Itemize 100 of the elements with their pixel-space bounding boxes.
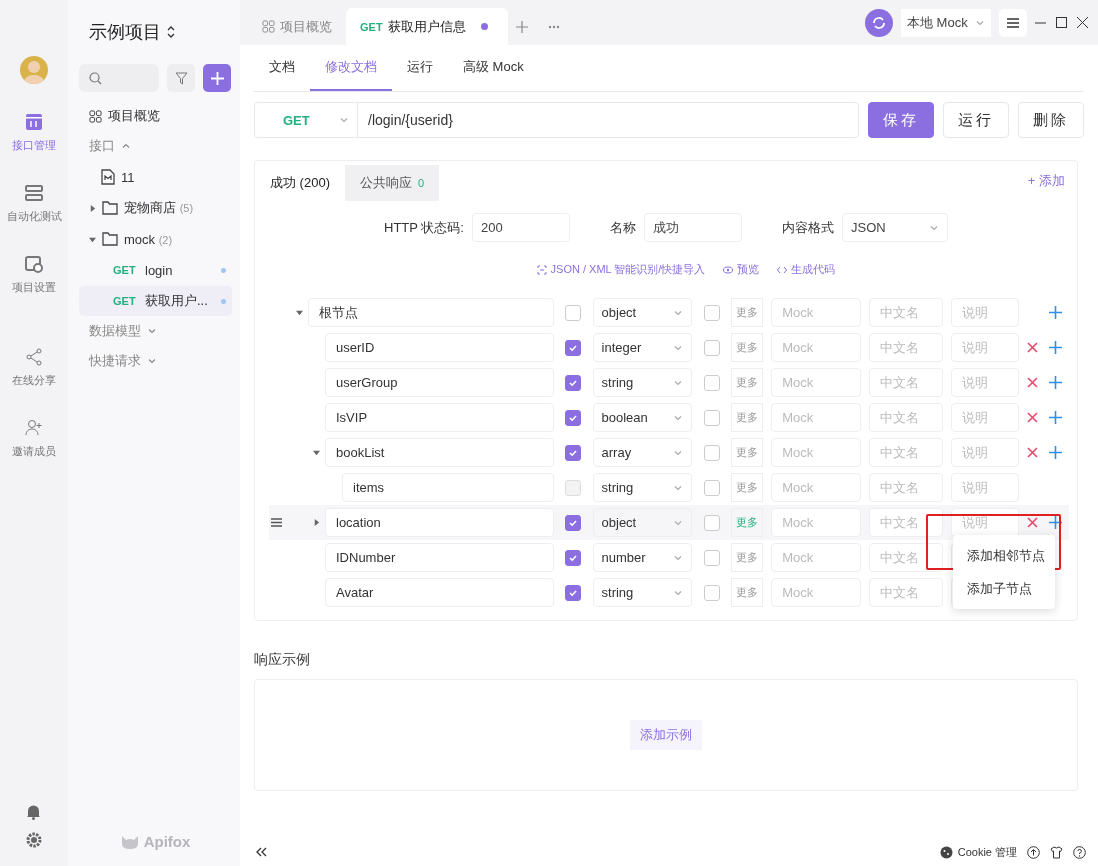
type-select[interactable]: integer — [592, 333, 693, 362]
more-button[interactable]: 更多 — [730, 508, 764, 537]
add-button[interactable] — [203, 64, 231, 92]
editor-tab[interactable]: GET 获取用户信息 — [346, 8, 508, 45]
add-icon[interactable] — [1049, 516, 1063, 529]
nullable-checkbox[interactable] — [703, 514, 720, 531]
folder-item[interactable]: mock (2) — [79, 224, 232, 254]
nullable-checkbox[interactable] — [703, 444, 720, 461]
action-button[interactable]: 保存 — [868, 102, 934, 138]
close-icon[interactable] — [1077, 17, 1088, 28]
rail-item[interactable]: 项目设置 — [12, 254, 56, 295]
field-name-input[interactable]: bookList — [325, 438, 554, 467]
nullable-checkbox[interactable] — [703, 304, 720, 321]
hovered-row[interactable]: location object 更多 Mock 中文名 说明 — [269, 505, 1069, 540]
type-select[interactable]: string — [592, 368, 693, 397]
delete-icon[interactable] — [1027, 447, 1039, 458]
menu-item[interactable]: 添加相邻节点 — [953, 539, 1055, 572]
doc-item[interactable]: 11 — [79, 162, 232, 192]
caret-icon[interactable] — [89, 204, 96, 212]
required-checkbox[interactable] — [565, 444, 582, 461]
required-checkbox[interactable] — [565, 409, 582, 426]
add-icon[interactable] — [1049, 306, 1063, 319]
add-link[interactable]: + 添加 — [1027, 172, 1065, 190]
section-label[interactable]: 接口 — [89, 137, 115, 155]
required-checkbox[interactable] — [565, 374, 582, 391]
required-checkbox[interactable] — [565, 514, 582, 531]
action-button[interactable]: 删除 — [1018, 102, 1084, 138]
nullable-checkbox[interactable] — [703, 409, 720, 426]
more-button[interactable]: 更多 — [730, 298, 764, 327]
api-item[interactable]: GET login — [79, 255, 232, 285]
maximize-icon[interactable] — [1056, 17, 1067, 28]
text-field[interactable]: 200 — [471, 213, 570, 242]
type-select[interactable]: object — [592, 298, 693, 327]
nullable-checkbox[interactable] — [703, 549, 720, 566]
delete-icon[interactable] — [1027, 412, 1039, 423]
plus-icon[interactable] — [515, 20, 528, 33]
bell-icon[interactable] — [26, 804, 41, 820]
required-checkbox[interactable] — [565, 584, 582, 601]
sub-tab[interactable]: 运行 — [392, 45, 448, 91]
more-button[interactable]: 更多 — [730, 578, 764, 607]
help-icon[interactable] — [1073, 845, 1086, 859]
nullable-checkbox[interactable] — [703, 339, 720, 356]
settings-icon[interactable] — [26, 832, 42, 848]
sub-tab[interactable]: 高级 Mock — [448, 45, 539, 91]
caret-icon[interactable] — [89, 235, 96, 243]
caret-icon[interactable] — [312, 449, 320, 456]
field-name-input[interactable]: IDNumber — [325, 543, 554, 572]
editor-tab[interactable]: 项目概览 — [248, 8, 346, 45]
nullable-checkbox[interactable] — [703, 374, 720, 391]
shirt-icon[interactable] — [1050, 845, 1063, 859]
more-button[interactable]: 更多 — [730, 368, 764, 397]
field-name-input[interactable]: userID — [325, 333, 554, 362]
add-icon[interactable] — [1049, 411, 1063, 424]
nullable-checkbox[interactable] — [703, 584, 720, 601]
refresh-button[interactable] — [865, 8, 893, 37]
environment-select[interactable]: 本地 Mock — [901, 8, 991, 37]
field-name-input[interactable]: IsVIP — [325, 403, 554, 432]
delete-icon[interactable] — [1027, 342, 1039, 353]
menu-button[interactable] — [999, 8, 1027, 37]
upload-icon[interactable] — [1027, 845, 1040, 859]
add-icon[interactable] — [1049, 341, 1063, 354]
field-name-input[interactable]: 根节点 — [308, 298, 554, 327]
more-button[interactable]: 更多 — [730, 403, 764, 432]
project-title[interactable]: 示例项目 — [89, 20, 161, 44]
tool-link[interactable]: 生成代码 — [777, 262, 836, 277]
required-checkbox[interactable] — [565, 339, 582, 356]
text-field[interactable]: 成功 — [643, 213, 742, 242]
type-select[interactable]: array — [592, 438, 693, 467]
rail-item[interactable]: 邀请成员 — [12, 418, 56, 459]
menu-item[interactable]: 添加子节点 — [953, 572, 1055, 605]
rail-item[interactable]: 接口管理 — [12, 112, 56, 153]
format-select[interactable]: JSON — [841, 213, 948, 242]
rail-item[interactable]: 自动化测试 — [6, 183, 62, 224]
caret-icon[interactable] — [312, 519, 320, 526]
field-name-input[interactable]: userGroup — [325, 368, 554, 397]
tool-link[interactable]: 预览 — [723, 262, 760, 277]
caret-icon[interactable] — [295, 309, 303, 316]
delete-icon[interactable] — [1027, 517, 1039, 528]
overview-item[interactable]: 项目概览 — [79, 101, 232, 131]
search-field[interactable] — [79, 64, 159, 92]
response-tab[interactable]: 公共响应 0 — [344, 165, 440, 201]
more-button[interactable]: 更多 — [730, 438, 764, 467]
more-button[interactable]: 更多 — [730, 543, 764, 572]
sub-tab[interactable]: 修改文档 — [310, 45, 392, 91]
type-select[interactable]: object — [592, 508, 693, 537]
delete-icon[interactable] — [1027, 377, 1039, 388]
field-name-input[interactable]: Avatar — [325, 578, 554, 607]
more-button[interactable]: 更多 — [730, 333, 764, 362]
field-name-input[interactable]: location — [325, 508, 554, 537]
cookie-link[interactable]: Cookie 管理 — [957, 844, 1017, 860]
type-select[interactable]: number — [592, 543, 693, 572]
type-select[interactable]: boolean — [592, 403, 693, 432]
collapse-icon[interactable] — [256, 847, 267, 857]
sort-icon[interactable] — [167, 25, 175, 39]
drag-handle-icon[interactable] — [271, 518, 282, 527]
sub-tab[interactable]: 文档 — [254, 45, 310, 91]
add-example-button[interactable]: 添加示例 — [630, 720, 702, 750]
required-checkbox[interactable] — [565, 304, 582, 321]
section-label[interactable]: 数据模型 — [89, 322, 141, 340]
add-icon[interactable] — [1049, 446, 1063, 459]
